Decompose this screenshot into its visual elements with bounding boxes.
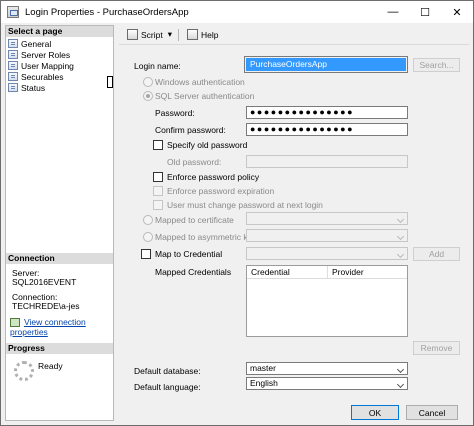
page-icon: [8, 72, 18, 81]
specify-old-password-label: Specify old password: [167, 140, 248, 150]
enforce-expiration-label: Enforce password expiration: [167, 186, 275, 196]
password-input[interactable]: ●●●●●●●●●●●●●●●: [246, 106, 408, 119]
login-name-label: Login name:: [134, 61, 181, 71]
map-credential-checkbox[interactable]: [141, 249, 151, 259]
must-change-checkbox[interactable]: [153, 200, 163, 210]
toolbar-separator: [178, 28, 180, 41]
page-item-securables[interactable]: Securables: [8, 71, 64, 82]
grid-header-line: [247, 278, 407, 279]
title-bar: Login Properties - PurchaseOrdersApp — ☐…: [1, 1, 473, 23]
progress-status: Ready: [38, 361, 63, 371]
login-name-input[interactable]: PurchaseOrdersApp: [244, 56, 408, 73]
mapped-credentials-label: Mapped Credentials: [155, 267, 232, 277]
window-title: Login Properties - PurchaseOrdersApp: [25, 6, 189, 18]
page-item-user-mapping[interactable]: User Mapping: [8, 60, 74, 71]
old-password-label: Old password:: [167, 157, 222, 167]
connection-header: Connection: [6, 253, 113, 264]
script-icon: [127, 29, 138, 40]
sql-auth-radio[interactable]: [143, 91, 153, 101]
help-icon: [187, 29, 199, 40]
credential-select[interactable]: [246, 247, 408, 260]
view-connection-properties-link[interactable]: View connection properties: [10, 317, 113, 337]
asym-key-select[interactable]: [246, 229, 408, 242]
page-item-general[interactable]: General: [8, 38, 51, 49]
grid-column-provider[interactable]: Provider: [328, 266, 364, 278]
toolbar: Script ▾ Help: [119, 25, 469, 45]
old-password-input[interactable]: [246, 155, 408, 168]
default-language-label: Default language:: [134, 382, 201, 392]
enforce-policy-label: Enforce password policy: [167, 172, 260, 182]
enforce-policy-checkbox[interactable]: [153, 172, 163, 182]
page-item-server-roles[interactable]: Server Roles: [8, 49, 70, 60]
script-dropdown-arrow-icon[interactable]: ▾: [168, 29, 172, 40]
progress-spinner-icon: [14, 361, 34, 381]
maximize-button[interactable]: ☐: [409, 1, 441, 23]
ok-button[interactable]: OK: [351, 405, 399, 420]
confirm-password-input[interactable]: ●●●●●●●●●●●●●●●: [246, 123, 408, 136]
remove-button[interactable]: Remove: [413, 341, 460, 355]
must-change-label: User must change password at next login: [167, 200, 323, 210]
sql-auth-label: SQL Server authentication: [155, 91, 255, 101]
page-icon: [8, 50, 18, 59]
script-button[interactable]: Script ▾: [127, 29, 172, 40]
cancel-button[interactable]: Cancel: [406, 405, 458, 420]
mapped-asym-key-label: Mapped to asymmetric key: [155, 232, 257, 242]
windows-auth-radio[interactable]: [143, 77, 153, 87]
text-cursor-icon: [107, 76, 113, 88]
close-button[interactable]: ✕: [441, 1, 473, 23]
connection-value: TECHREDE\a-jes: [12, 301, 80, 311]
server-value: SQL2016EVENT: [12, 277, 77, 287]
grid-column-credential[interactable]: Credential: [247, 266, 290, 278]
password-label: Password:: [155, 108, 195, 118]
grid-column-divider: [327, 266, 328, 278]
windows-auth-label: Windows authentication: [155, 77, 245, 87]
mapped-credentials-grid[interactable]: Credential Provider: [246, 265, 408, 337]
default-database-select[interactable]: master: [246, 362, 408, 375]
mapped-certificate-radio[interactable]: [143, 215, 153, 225]
help-button[interactable]: Help: [187, 29, 219, 40]
app-window-icon: [7, 6, 19, 18]
search-button[interactable]: Search...: [413, 58, 460, 72]
connection-properties-icon: [10, 318, 20, 328]
page-icon: [8, 83, 18, 92]
map-credential-label: Map to Credential: [155, 249, 223, 259]
login-properties-dialog: Login Properties - PurchaseOrdersApp — ☐…: [0, 0, 474, 426]
add-button[interactable]: Add: [413, 247, 460, 261]
left-panel: Select a page General Server Roles User …: [5, 25, 114, 421]
enforce-expiration-checkbox[interactable]: [153, 186, 163, 196]
mapped-certificate-label: Mapped to certificate: [155, 215, 234, 225]
page-icon: [8, 39, 18, 48]
select-page-header: Select a page: [6, 26, 113, 37]
default-database-label: Default database:: [134, 366, 201, 376]
mapped-asym-key-radio[interactable]: [143, 232, 153, 242]
page-item-status[interactable]: Status: [8, 82, 45, 93]
confirm-password-label: Confirm password:: [155, 125, 226, 135]
certificate-select[interactable]: [246, 212, 408, 225]
minimize-button[interactable]: —: [377, 1, 409, 23]
specify-old-password-checkbox[interactable]: [153, 140, 163, 150]
page-icon: [8, 61, 18, 70]
default-language-select[interactable]: English: [246, 377, 408, 390]
progress-header: Progress: [6, 343, 113, 354]
